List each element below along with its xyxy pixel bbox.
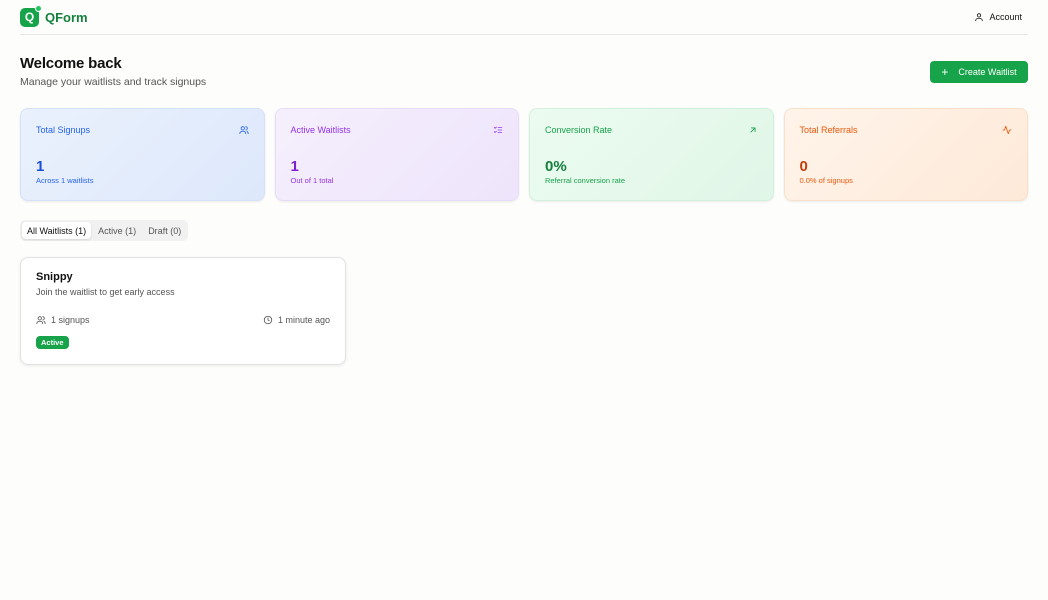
top-bar: Q QForm Account [20, 0, 1028, 35]
stat-value: 0 [799, 158, 808, 175]
stat-card-total-referrals: Total Referrals 0 0.0% of signups [783, 108, 1028, 201]
user-icon [975, 13, 984, 22]
list-checks-icon [493, 126, 503, 133]
create-waitlist-button[interactable]: + Create Waitlist [930, 61, 1028, 83]
page: Q QForm Account Welcome back Manage your… [20, 0, 1028, 365]
logo: Q [20, 4, 42, 27]
stat-card-active-waitlists: Active Waitlists 1 Out of 1 total [274, 108, 519, 201]
brand-name: QForm [45, 9, 88, 25]
page-title: Welcome back [20, 55, 122, 72]
updated-time-label: 1 minute ago [277, 315, 330, 325]
stat-title: Total Signups [36, 125, 91, 135]
logo-dot [35, 4, 42, 12]
users-icon [36, 316, 46, 325]
updated-time: 1 minute ago [263, 315, 330, 325]
waitlist-description: Join the waitlist to get early access [36, 287, 175, 297]
users-icon [238, 126, 249, 135]
plus-icon: + [941, 65, 949, 79]
waitlist-name: Snippy [36, 271, 73, 283]
signup-count-label: 1 signups [51, 315, 90, 325]
signup-count: 1 signups [36, 315, 90, 325]
stat-card-total-signups: Total Signups 1 Across 1 waitlists [20, 108, 265, 201]
stat-title: Active Waitlists [290, 125, 351, 135]
page-subtitle: Manage your waitlists and track signups [20, 76, 207, 88]
status-badge: Active [36, 336, 69, 349]
stat-value: 1 [36, 158, 45, 175]
waitlist-meta: 1 signups 1 minute ago [36, 315, 330, 325]
tab-active[interactable]: Active (1) [93, 222, 141, 239]
stat-title: Total Referrals [799, 125, 858, 135]
clock-icon [263, 315, 273, 325]
waitlist-filter-tabs: All Waitlists (1) Active (1) Draft (0) [20, 220, 189, 241]
arrow-up-right-icon [750, 127, 755, 133]
stat-value: 0% [545, 158, 567, 175]
logo-letter: Q [24, 10, 35, 24]
welcome-section: Welcome back Manage your waitlists and t… [20, 55, 206, 88]
activity-icon [1002, 125, 1012, 135]
account-button[interactable]: Account [974, 12, 1022, 22]
brand[interactable]: Q QForm [20, 4, 88, 27]
waitlist-card[interactable]: Snippy Join the waitlist to get early ac… [20, 257, 346, 365]
stat-value: 1 [290, 158, 299, 175]
account-label: Account [989, 12, 1022, 22]
stat-title: Conversion Rate [545, 125, 613, 135]
tab-draft[interactable]: Draft (0) [143, 222, 186, 239]
stat-subtext: Referral conversion rate [545, 176, 626, 185]
stats-row: Total Signups 1 Across 1 waitlists Activ… [20, 108, 1028, 201]
stat-card-conversion-rate: Conversion Rate 0% Referral conversion r… [529, 108, 774, 201]
stat-subtext: Across 1 waitlists [36, 176, 94, 185]
stat-subtext: 0.0% of signups [799, 176, 853, 185]
tab-all-waitlists[interactable]: All Waitlists (1) [22, 222, 92, 239]
stat-subtext: Out of 1 total [290, 176, 334, 185]
create-waitlist-label: Create Waitlist [958, 67, 1017, 77]
